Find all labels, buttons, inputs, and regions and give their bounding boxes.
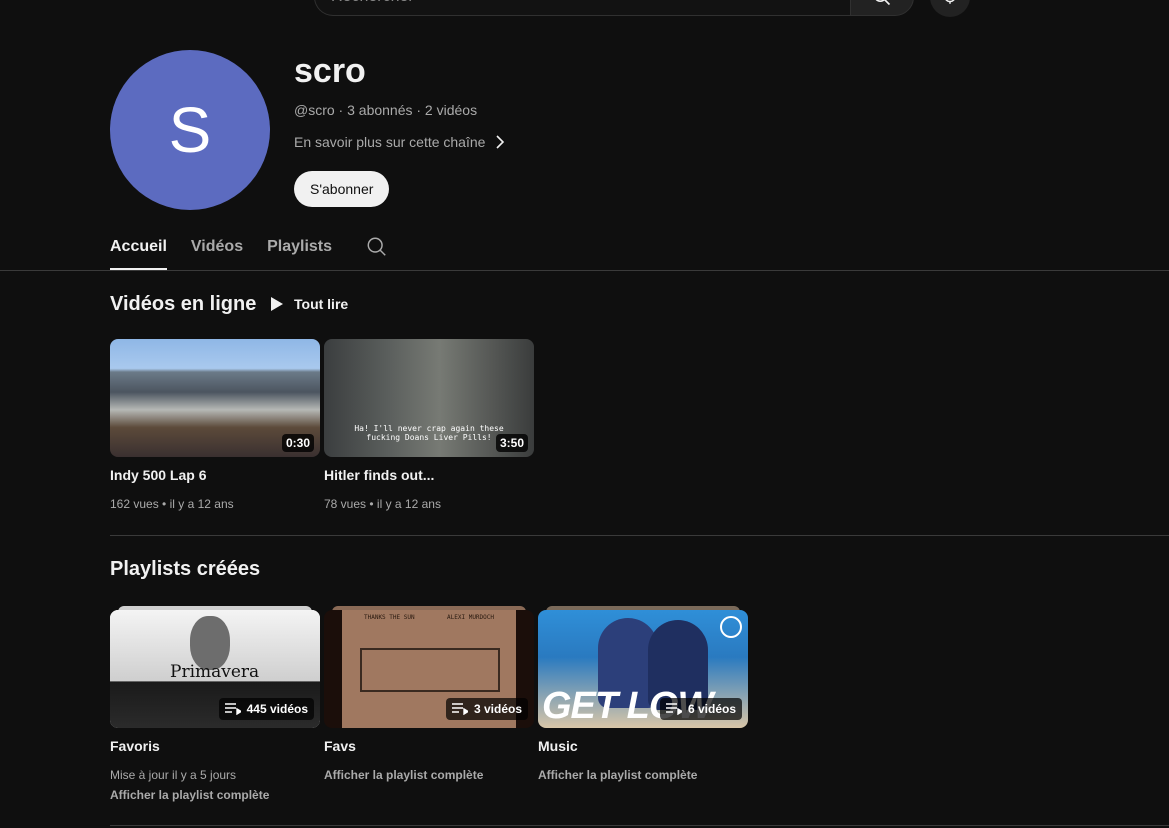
video-views: 78 vues bbox=[324, 497, 367, 511]
search-input[interactable]: Rechercher bbox=[314, 0, 850, 16]
playlist-count: 3 vidéos bbox=[445, 698, 528, 720]
playlist-thumbnail[interactable]: Primavera 445 vidéos bbox=[110, 606, 320, 728]
tab-videos[interactable]: Vidéos bbox=[191, 232, 243, 270]
playlist-title[interactable]: Music bbox=[538, 738, 748, 754]
playlist-thumbnail[interactable]: GET LOW 6 vidéos bbox=[538, 606, 748, 728]
playlist-title[interactable]: Favoris bbox=[110, 738, 320, 754]
playlist-count-label: 3 vidéos bbox=[473, 702, 522, 716]
video-duration: 0:30 bbox=[281, 434, 314, 452]
playlist-card[interactable]: GET LOW 6 vidéos Music Afficher la playl… bbox=[538, 606, 748, 782]
play-icon bbox=[271, 297, 283, 311]
playlists-section-title: Playlists créées bbox=[110, 558, 261, 580]
view-full-playlist-link[interactable]: Afficher la playlist complète bbox=[324, 768, 534, 782]
search-icon bbox=[875, 0, 891, 6]
logo-icon bbox=[720, 616, 742, 638]
video-meta: 78 vues • il y a 12 ans bbox=[324, 497, 441, 511]
playlist-art: GET LOW 6 vidéos bbox=[538, 610, 748, 728]
masthead: Rechercher bbox=[314, 0, 970, 17]
play-all-label: Tout lire bbox=[294, 296, 349, 312]
video-age: il y a 12 ans bbox=[376, 497, 441, 511]
channel-avatar: S bbox=[110, 50, 270, 210]
tab-home[interactable]: Accueil bbox=[110, 232, 167, 270]
about-channel-link[interactable]: En savoir plus sur cette chaîne bbox=[294, 134, 505, 150]
playlist-title[interactable]: Favs bbox=[324, 738, 534, 754]
video-views: 162 vues bbox=[110, 497, 159, 511]
video-title[interactable]: Hitler finds out... bbox=[324, 467, 534, 483]
playlist-thumbnail[interactable]: THANKS THE SUN ALEXI MURDOCH 3 vidéos bbox=[324, 606, 534, 728]
thumbnail-text: Primavera bbox=[170, 662, 260, 682]
chevron-right-icon bbox=[496, 135, 505, 149]
video-thumbnail[interactable]: 0:30 bbox=[110, 339, 320, 457]
video-meta: 162 vues • il y a 12 ans bbox=[110, 497, 234, 511]
uploads-section-title: Vidéos en ligne bbox=[110, 293, 257, 315]
channel-meta: @scro · 3 abonnés · 2 vidéos bbox=[294, 102, 478, 118]
playlist-card[interactable]: THANKS THE SUN ALEXI MURDOCH 3 vidéos Fa… bbox=[324, 606, 534, 782]
tabs-divider bbox=[0, 270, 1169, 271]
playlist-icon bbox=[665, 703, 682, 715]
subscribe-button[interactable]: S'abonner bbox=[294, 171, 390, 207]
playlist-icon bbox=[224, 703, 241, 715]
view-full-playlist-link[interactable]: Afficher la playlist complète bbox=[110, 788, 320, 802]
video-thumbnail[interactable]: Ha! I'll never crap again these fucking … bbox=[324, 339, 534, 457]
voice-search-button[interactable] bbox=[930, 0, 970, 17]
video-card[interactable]: 0:30 Indy 500 Lap 6 162 vues • il y a 12… bbox=[110, 339, 320, 511]
view-full-playlist-link[interactable]: Afficher la playlist complète bbox=[538, 768, 748, 782]
video-duration: 3:50 bbox=[495, 434, 528, 452]
video-title[interactable]: Indy 500 Lap 6 bbox=[110, 467, 320, 483]
thumbnail-text: ALEXI MURDOCH bbox=[447, 614, 494, 621]
channel-tabs: Accueil Vidéos Playlists bbox=[110, 232, 388, 270]
channel-search-button[interactable] bbox=[366, 232, 388, 263]
microphone-icon bbox=[945, 0, 955, 4]
tab-playlists[interactable]: Playlists bbox=[267, 232, 332, 270]
playlist-count: 445 vidéos bbox=[218, 698, 314, 720]
section-divider bbox=[110, 825, 1169, 826]
thumbnail-text: THANKS THE SUN bbox=[364, 614, 415, 621]
search-button[interactable] bbox=[850, 0, 914, 16]
playlist-updated: Mise à jour il y a 5 jours bbox=[110, 768, 237, 782]
about-channel-label: En savoir plus sur cette chaîne bbox=[294, 134, 486, 150]
playlist-card[interactable]: Primavera 445 vidéos Favoris Mise à jour… bbox=[110, 606, 320, 802]
avatar-letter: S bbox=[168, 94, 212, 166]
playlist-count-label: 445 vidéos bbox=[246, 702, 308, 716]
playlist-art: THANKS THE SUN ALEXI MURDOCH 3 vidéos bbox=[324, 610, 534, 728]
thumbnail-subtitle: Ha! I'll never crap again these fucking … bbox=[354, 423, 504, 443]
playlist-icon bbox=[451, 703, 468, 715]
playlist-art: Primavera 445 vidéos bbox=[110, 610, 320, 728]
video-card[interactable]: Ha! I'll never crap again these fucking … bbox=[324, 339, 534, 511]
play-all-button[interactable]: Tout lire bbox=[270, 296, 348, 312]
playlist-count: 6 vidéos bbox=[659, 698, 742, 720]
video-age: il y a 12 ans bbox=[169, 497, 234, 511]
section-divider bbox=[110, 535, 1169, 536]
search-icon bbox=[367, 237, 386, 256]
playlist-count-label: 6 vidéos bbox=[687, 702, 736, 716]
channel-name: scro bbox=[294, 52, 366, 90]
